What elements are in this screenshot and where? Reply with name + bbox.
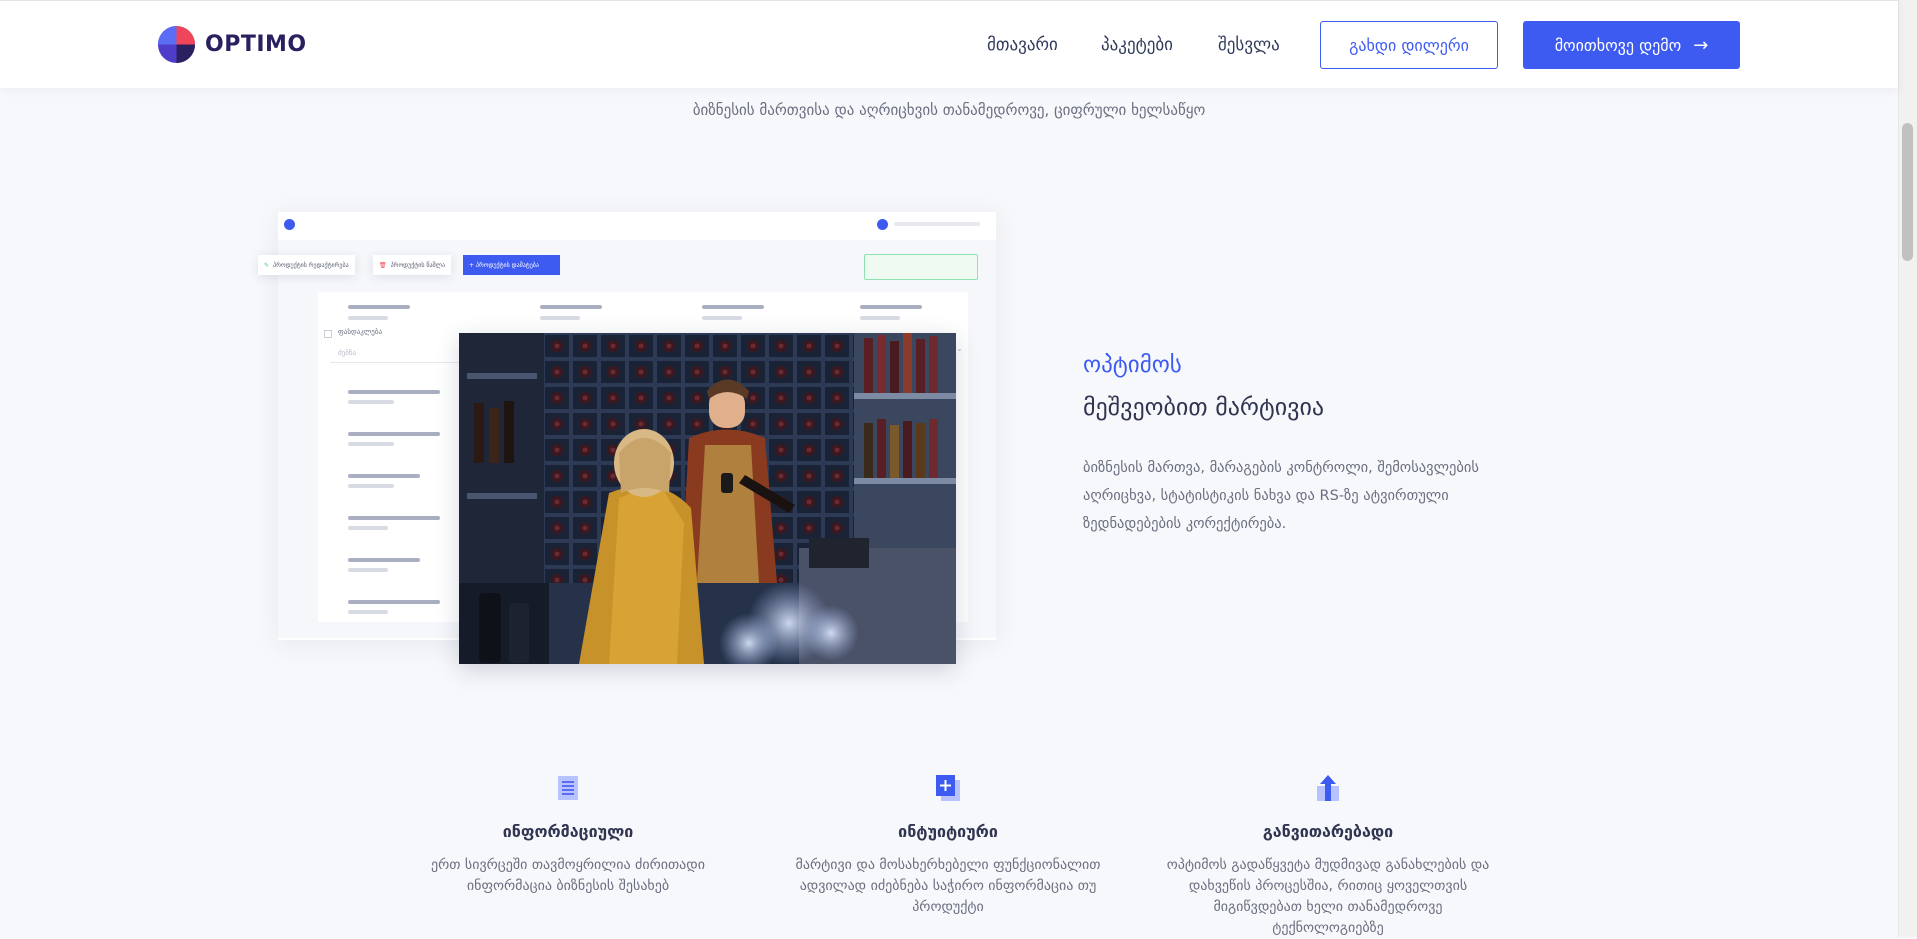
mockup-delete-chip: 🗑 პროდუქტის წაშლა [373, 255, 452, 275]
mockup-placeholder-line [348, 316, 388, 320]
feature-title: ინტუიტიური [898, 822, 998, 841]
nav-link-packages[interactable]: პაკეტები [1101, 35, 1173, 55]
mockup-edit-chip-label: პროდუქტის რედაქტირება [273, 261, 349, 269]
feature-card-evolving: განვითარებადი ოპტიმოს გადაწყვეტა მუდმივა… [1158, 774, 1498, 939]
edit-icon: ✎ [264, 261, 270, 269]
chevron-down-icon: ⌄ [956, 344, 963, 353]
mockup-placeholder-line [894, 222, 980, 226]
document-icon [558, 776, 578, 800]
mockup-list-line [348, 526, 388, 530]
mockup-list-line [348, 474, 420, 478]
mockup-list-line [348, 432, 440, 436]
request-demo-button[interactable]: მოითხოვე დემო → [1523, 21, 1740, 69]
brand-name: OPTIMO [205, 32, 307, 57]
site-header: OPTIMO მთავარი პაკეტები შესვლა გახდი დილ… [0, 0, 1898, 88]
mockup-list-line [348, 516, 440, 520]
mockup-list-line [348, 442, 394, 446]
add-document-icon [936, 775, 960, 801]
feature-text: მარტივი და მოსახერხებელი ფუნქციონალით ად… [795, 857, 1101, 915]
mockup-placeholder-line [860, 316, 900, 320]
mockup-search-placeholder: ძებნა [338, 349, 357, 357]
request-demo-label: მოითხოვე დემო [1554, 35, 1682, 55]
mockup-delete-chip-label: პროდუქტის წაშლა [390, 261, 446, 269]
feature-title: განვითარებადი [1262, 822, 1394, 841]
mockup-list-line [348, 390, 440, 394]
mockup-add-chip-label: + პროდუქტის დამატება [469, 261, 539, 269]
trash-icon: 🗑 [379, 261, 387, 269]
become-dealer-button[interactable]: გახდი დილერი [1320, 21, 1498, 69]
mockup-list-line [348, 400, 394, 404]
feature-text: ოპტიმოს გადაწყვეტა მუდმივად განახლების დ… [1166, 857, 1490, 936]
shop-photo [459, 333, 956, 664]
mockup-column-header [348, 305, 410, 309]
arrow-up-icon [1317, 775, 1339, 801]
mockup-filter-label: ფასდაკლება [338, 328, 383, 336]
scrollbar-thumb[interactable] [1902, 123, 1913, 261]
mockup-placeholder-line [702, 316, 742, 320]
become-dealer-label: გახდი დილერი [1349, 35, 1469, 55]
mockup-list-line [348, 568, 388, 572]
feature-heading: მეშვეობით მარტივია [1083, 393, 1325, 421]
feature-title: ინფორმაციული [502, 822, 634, 841]
feature-text: ერთ სივრცეში თავმოყრილია ძირითადი ინფორმ… [431, 857, 705, 894]
feature-card-informative: ინფორმაციული ერთ სივრცეში თავმოყრილია ძი… [398, 774, 738, 897]
mockup-edit-chip: ✎ პროდუქტის რედაქტირება [258, 255, 355, 275]
mockup-column-header [702, 305, 764, 309]
feature-eyebrow: ოპტიმოს [1083, 352, 1182, 378]
mockup-add-chip: + პროდუქტის დამატება [463, 255, 560, 275]
mockup-placeholder-line [540, 316, 580, 320]
nav-link-login[interactable]: შესვლა [1218, 35, 1280, 55]
mockup-column-header [860, 305, 922, 309]
logo[interactable]: OPTIMO [157, 25, 307, 64]
mockup-checkbox [324, 330, 332, 338]
mockup-search-field: ძებნა ⌕ [330, 346, 468, 363]
arrow-right-icon: → [1693, 34, 1709, 56]
nav-link-home[interactable]: მთავარი [987, 35, 1058, 55]
mockup-column-header [540, 305, 602, 309]
feature-paragraph: ბიზნესის მართვა, მარაგების კონტროლი, შემ… [1083, 460, 1479, 532]
feature-card-intuitive: ინტუიტიური მარტივი და მოსახერხებელი ფუნქ… [778, 774, 1118, 918]
logo-mark-icon [157, 25, 196, 64]
wine-shop-illustration [459, 333, 956, 664]
mockup-list-line [348, 600, 440, 604]
mockup-list-line [348, 558, 420, 562]
mockup-list-line [348, 610, 388, 614]
hero-tagline: ბიზნესის მართვისა და აღრიცხვის თანამედრო… [692, 101, 1206, 119]
mockup-list-line [348, 484, 394, 488]
mockup-dot-icon [284, 219, 295, 230]
mockup-dot-icon [877, 219, 888, 230]
mockup-status-box [864, 254, 978, 280]
